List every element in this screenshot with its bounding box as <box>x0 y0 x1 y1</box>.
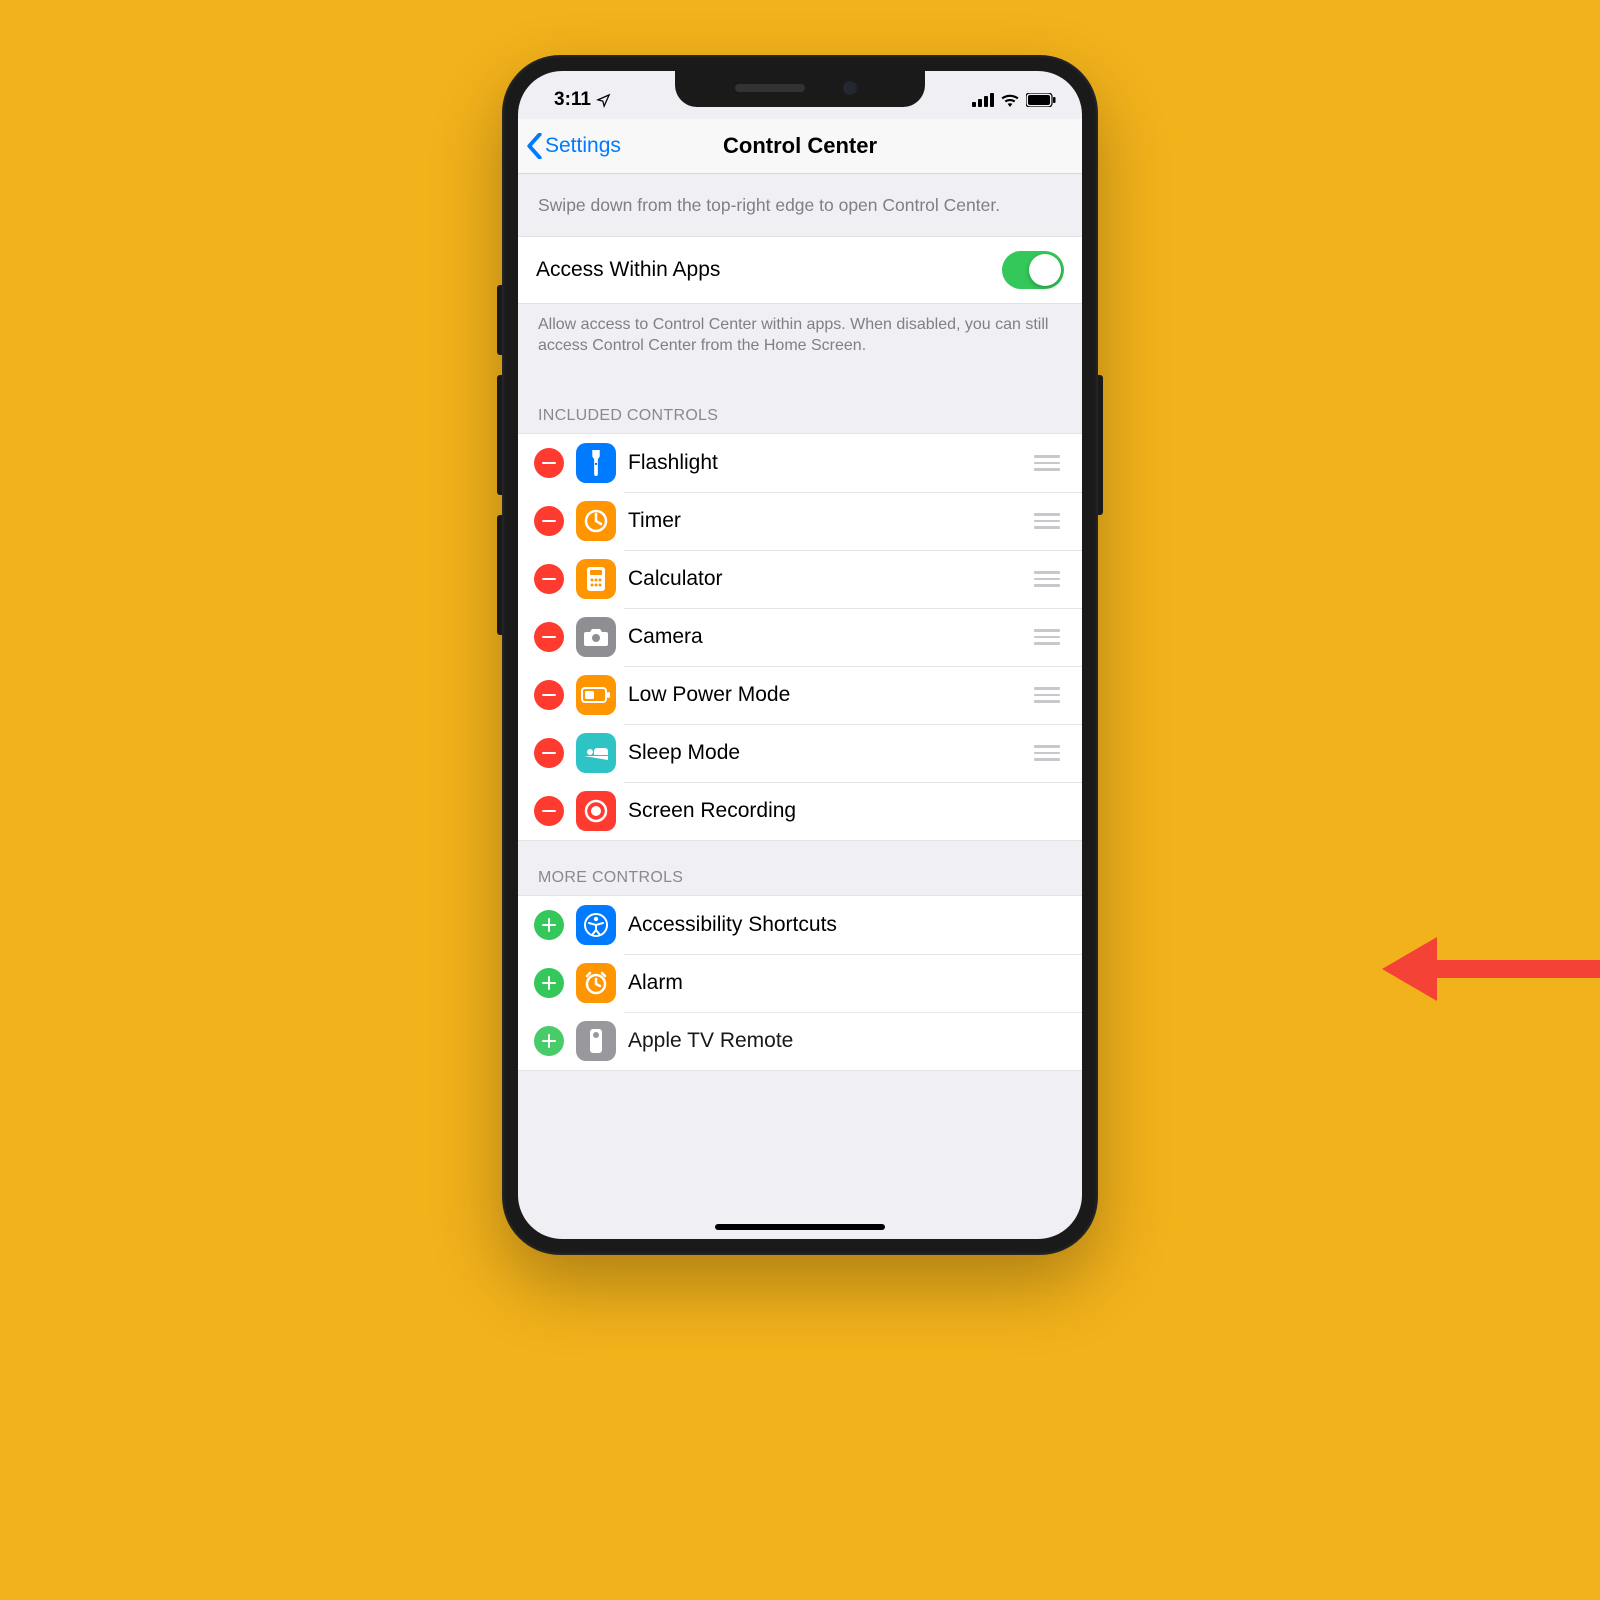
back-label: Settings <box>545 134 621 158</box>
back-button[interactable]: Settings <box>526 133 621 159</box>
row-label: Flashlight <box>628 451 1022 475</box>
signal-icon <box>972 93 994 107</box>
nav-bar: Settings Control Center <box>518 119 1082 174</box>
remove-button[interactable] <box>534 564 564 594</box>
access-toggle[interactable] <box>1002 251 1064 289</box>
status-time: 3:11 <box>554 89 591 111</box>
row-calculator[interactable]: Calculator <box>518 550 1082 608</box>
row-flashlight[interactable]: Flashlight <box>518 434 1082 492</box>
add-button[interactable] <box>534 910 564 940</box>
access-hint: Allow access to Control Center within ap… <box>518 304 1082 379</box>
remove-button[interactable] <box>534 738 564 768</box>
bed-icon <box>576 733 616 773</box>
drag-handle-icon[interactable] <box>1034 571 1064 587</box>
notch <box>675 71 925 107</box>
row-timer[interactable]: Timer <box>518 492 1082 550</box>
row-label: Alarm <box>628 971 1064 995</box>
row-alarm[interactable]: Alarm <box>518 954 1082 1012</box>
row-label: Calculator <box>628 567 1022 591</box>
alarm-icon <box>576 963 616 1003</box>
remote-icon <box>576 1021 616 1061</box>
battery-low-icon <box>576 675 616 715</box>
row-label: Accessibility Shortcuts <box>628 913 1064 937</box>
remove-button[interactable] <box>534 796 564 826</box>
camera-icon <box>576 617 616 657</box>
nav-title: Control Center <box>723 133 877 159</box>
row-label: Screen Recording <box>628 799 1064 823</box>
flashlight-icon <box>576 443 616 483</box>
drag-handle-icon[interactable] <box>1034 687 1064 703</box>
drag-handle-icon[interactable] <box>1034 629 1064 645</box>
row-label: Camera <box>628 625 1022 649</box>
phone-frame: 3:11 Settings Control Center Swipe down … <box>502 55 1098 1255</box>
add-button[interactable] <box>534 968 564 998</box>
access-label: Access Within Apps <box>536 258 720 282</box>
battery-icon <box>1026 93 1056 107</box>
calculator-icon <box>576 559 616 599</box>
row-label: Timer <box>628 509 1022 533</box>
included-controls-header: INCLUDED CONTROLS <box>518 379 1082 433</box>
row-label: Apple TV Remote <box>628 1029 1064 1053</box>
scroll-content[interactable]: Swipe down from the top-right edge to op… <box>518 174 1082 1239</box>
drag-handle-icon[interactable] <box>1034 745 1064 761</box>
remove-button[interactable] <box>534 622 564 652</box>
chevron-left-icon <box>526 133 543 159</box>
record-icon <box>576 791 616 831</box>
drag-handle-icon[interactable] <box>1034 513 1064 529</box>
remove-button[interactable] <box>534 448 564 478</box>
row-low-power-mode[interactable]: Low Power Mode <box>518 666 1082 724</box>
location-arrow-icon <box>596 93 611 108</box>
more-controls-header: MORE CONTROLS <box>518 841 1082 895</box>
row-label: Sleep Mode <box>628 741 1022 765</box>
add-button[interactable] <box>534 1026 564 1056</box>
row-sleep-mode[interactable]: Sleep Mode <box>518 724 1082 782</box>
row-accessibility-shortcuts[interactable]: Accessibility Shortcuts <box>518 896 1082 954</box>
accessibility-icon <box>576 905 616 945</box>
included-controls-list: Flashlight Timer <box>518 433 1082 841</box>
timer-icon <box>576 501 616 541</box>
remove-button[interactable] <box>534 680 564 710</box>
annotation-arrow <box>1382 937 1600 1001</box>
remove-button[interactable] <box>534 506 564 536</box>
access-within-apps-cell[interactable]: Access Within Apps <box>518 236 1082 304</box>
row-screen-recording[interactable]: Screen Recording <box>518 782 1082 840</box>
phone-screen: 3:11 Settings Control Center Swipe down … <box>518 71 1082 1239</box>
more-controls-list: Accessibility Shortcuts Alarm <box>518 895 1082 1071</box>
row-apple-tv-remote[interactable]: Apple TV Remote <box>518 1012 1082 1070</box>
top-hint: Swipe down from the top-right edge to op… <box>518 174 1082 236</box>
wifi-icon <box>1000 93 1020 107</box>
home-indicator[interactable] <box>715 1224 885 1230</box>
row-camera[interactable]: Camera <box>518 608 1082 666</box>
row-label: Low Power Mode <box>628 683 1022 707</box>
drag-handle-icon[interactable] <box>1034 455 1064 471</box>
